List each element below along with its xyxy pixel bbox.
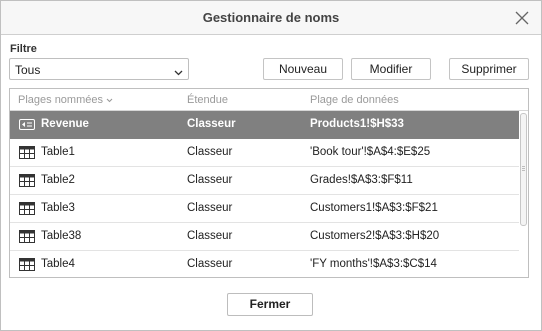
table-row[interactable]: Table4 Classeur 'FY months'!$A$3:$C$14 <box>10 251 519 277</box>
row-name: Revenue <box>41 118 89 130</box>
row-range: 'FY months'!$A$3:$C$14 <box>310 258 437 270</box>
row-scope: Classeur <box>187 202 233 214</box>
table-icon <box>19 230 35 243</box>
title-bar: Gestionnaire de noms <box>1 1 541 35</box>
column-header-scope: Étendue <box>187 94 228 106</box>
filter-dropdown[interactable]: Tous <box>9 58 189 80</box>
table-row[interactable]: Table3 Classeur Customers1!$A$3:$F$21 <box>10 195 519 223</box>
close-button[interactable]: Fermer <box>227 293 313 316</box>
column-header-name[interactable]: Plages nommées <box>18 94 113 106</box>
filter-label: Filtre <box>10 43 37 55</box>
table-header: Plages nommées Étendue Plage de données <box>10 89 528 111</box>
row-scope: Classeur <box>187 230 233 242</box>
table-icon <box>19 258 35 271</box>
new-button[interactable]: Nouveau <box>263 58 343 80</box>
row-range: Grades!$A$3:$F$11 <box>310 174 413 186</box>
table-icon <box>19 174 35 187</box>
table-icon <box>19 202 35 215</box>
row-name: Table3 <box>41 202 75 214</box>
table-row[interactable]: Table1 Classeur 'Book tour'!$A$4:$E$25 <box>10 139 519 167</box>
row-range: Customers1!$A$3:$F$21 <box>310 202 438 214</box>
dialog-title: Gestionnaire de noms <box>202 10 340 25</box>
filter-value: Tous <box>15 63 41 77</box>
row-scope: Classeur <box>187 258 233 270</box>
row-scope: Classeur <box>187 146 233 158</box>
scrollbar-thumb[interactable] <box>520 113 527 226</box>
edit-button[interactable]: Modifier <box>351 58 431 80</box>
row-scope: Classeur <box>187 174 233 186</box>
row-range: Products1!$H$33 <box>310 118 404 130</box>
delete-button[interactable]: Supprimer <box>449 58 529 80</box>
column-header-range: Plage de données <box>310 94 399 106</box>
row-name: Table4 <box>41 258 75 270</box>
table-row[interactable]: Table38 Classeur Customers2!$A$3:$H$20 <box>10 223 519 251</box>
name-manager-dialog: Gestionnaire de noms Filtre Tous Nouveau… <box>0 0 542 331</box>
vertical-scrollbar[interactable] <box>519 111 528 277</box>
chevron-down-icon <box>174 65 183 79</box>
names-table: Plages nommées Étendue Plage de données … <box>9 88 529 278</box>
row-name: Table2 <box>41 174 75 186</box>
row-name: Table1 <box>41 146 75 158</box>
close-icon[interactable] <box>515 11 529 25</box>
row-name: Table38 <box>41 230 82 242</box>
scrollbar-grip <box>522 166 525 167</box>
table-row[interactable]: Table2 Classeur Grades!$A$3:$F$11 <box>10 167 519 195</box>
row-scope: Classeur <box>187 118 236 130</box>
scrollbar-grip <box>522 170 525 171</box>
sort-chevron-icon <box>106 94 113 106</box>
scrollbar-grip <box>522 168 525 169</box>
named-range-icon <box>19 118 35 131</box>
row-range: 'Book tour'!$A$4:$E$25 <box>310 146 431 158</box>
column-header-name-label: Plages nommées <box>18 94 103 106</box>
table-icon <box>19 146 35 159</box>
table-row[interactable]: Revenue Classeur Products1!$H$33 <box>10 111 519 139</box>
row-range: Customers2!$A$3:$H$20 <box>310 230 440 242</box>
